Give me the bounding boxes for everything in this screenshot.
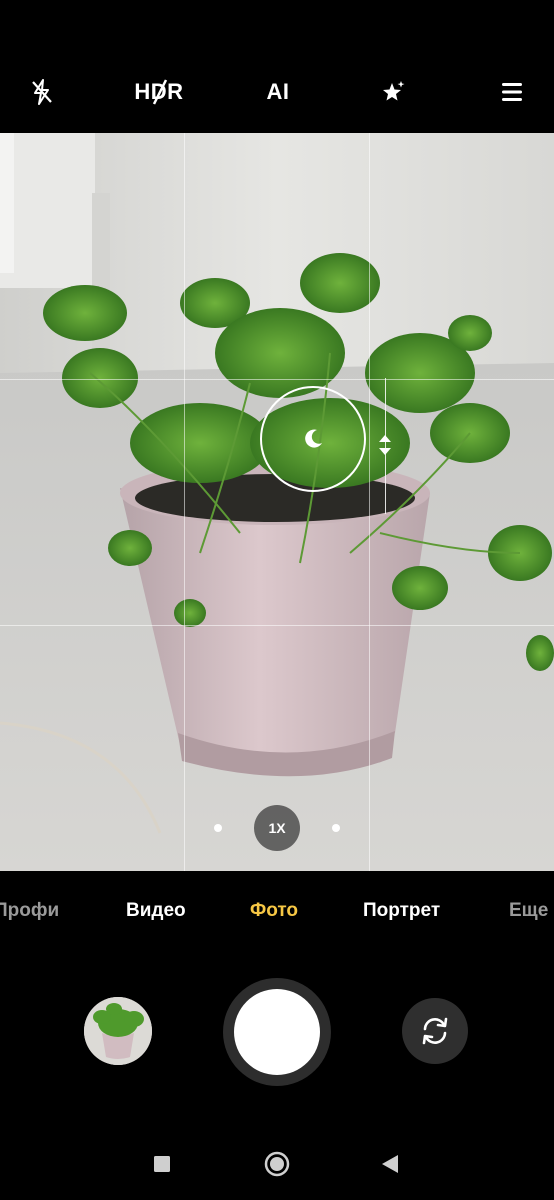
grid-line xyxy=(369,133,370,871)
grid-line xyxy=(0,379,554,380)
menu-icon xyxy=(502,83,522,101)
shutter-button[interactable] xyxy=(223,978,331,1086)
triangle-back-icon xyxy=(382,1155,398,1173)
home-button[interactable] xyxy=(263,1150,291,1178)
mode-video[interactable]: Видео xyxy=(126,900,186,922)
mode-pro[interactable]: Профи xyxy=(0,900,59,922)
shutter-button-inner xyxy=(234,989,320,1075)
zoom-level-dot[interactable] xyxy=(214,824,222,832)
camera-top-bar: HDR AI xyxy=(0,0,554,133)
camera-viewfinder[interactable]: 1X xyxy=(0,133,554,871)
sparkle-icon xyxy=(383,81,405,101)
hdr-off-slash-icon xyxy=(152,79,168,105)
circle-icon xyxy=(264,1151,290,1177)
recents-button[interactable] xyxy=(150,1152,174,1176)
gallery-thumbnail[interactable] xyxy=(84,997,152,1065)
moon-icon xyxy=(305,429,322,448)
menu-button[interactable] xyxy=(492,72,532,112)
ai-label: AI xyxy=(266,79,290,104)
back-button[interactable] xyxy=(378,1152,402,1176)
live-preview-scene xyxy=(0,133,554,871)
flash-off-icon xyxy=(32,79,52,105)
switch-camera-icon xyxy=(422,1017,448,1045)
flash-toggle-button[interactable] xyxy=(22,72,62,112)
exposure-slider-handle[interactable] xyxy=(377,433,393,462)
grid-line xyxy=(184,133,185,871)
zoom-button[interactable]: 1X xyxy=(254,805,300,851)
gallery-preview-image xyxy=(84,997,152,1065)
mode-portrait[interactable]: Портрет xyxy=(363,900,440,922)
square-icon xyxy=(154,1156,170,1172)
ai-button[interactable]: AI xyxy=(258,72,298,112)
grid-line xyxy=(0,625,554,626)
zoom-level-dot[interactable] xyxy=(332,824,340,832)
switch-camera-button[interactable] xyxy=(402,998,468,1064)
beauty-button[interactable] xyxy=(374,72,414,112)
mode-more[interactable]: Еще xyxy=(509,900,548,922)
mode-photo[interactable]: Фото xyxy=(250,900,298,922)
system-navigation-bar xyxy=(0,1130,554,1200)
mode-selector[interactable]: Профи Видео Фото Портрет Еще xyxy=(0,890,554,936)
exposure-arrows-icon xyxy=(379,435,391,455)
focus-ring[interactable] xyxy=(260,386,366,492)
hdr-button[interactable]: HDR xyxy=(134,72,184,112)
